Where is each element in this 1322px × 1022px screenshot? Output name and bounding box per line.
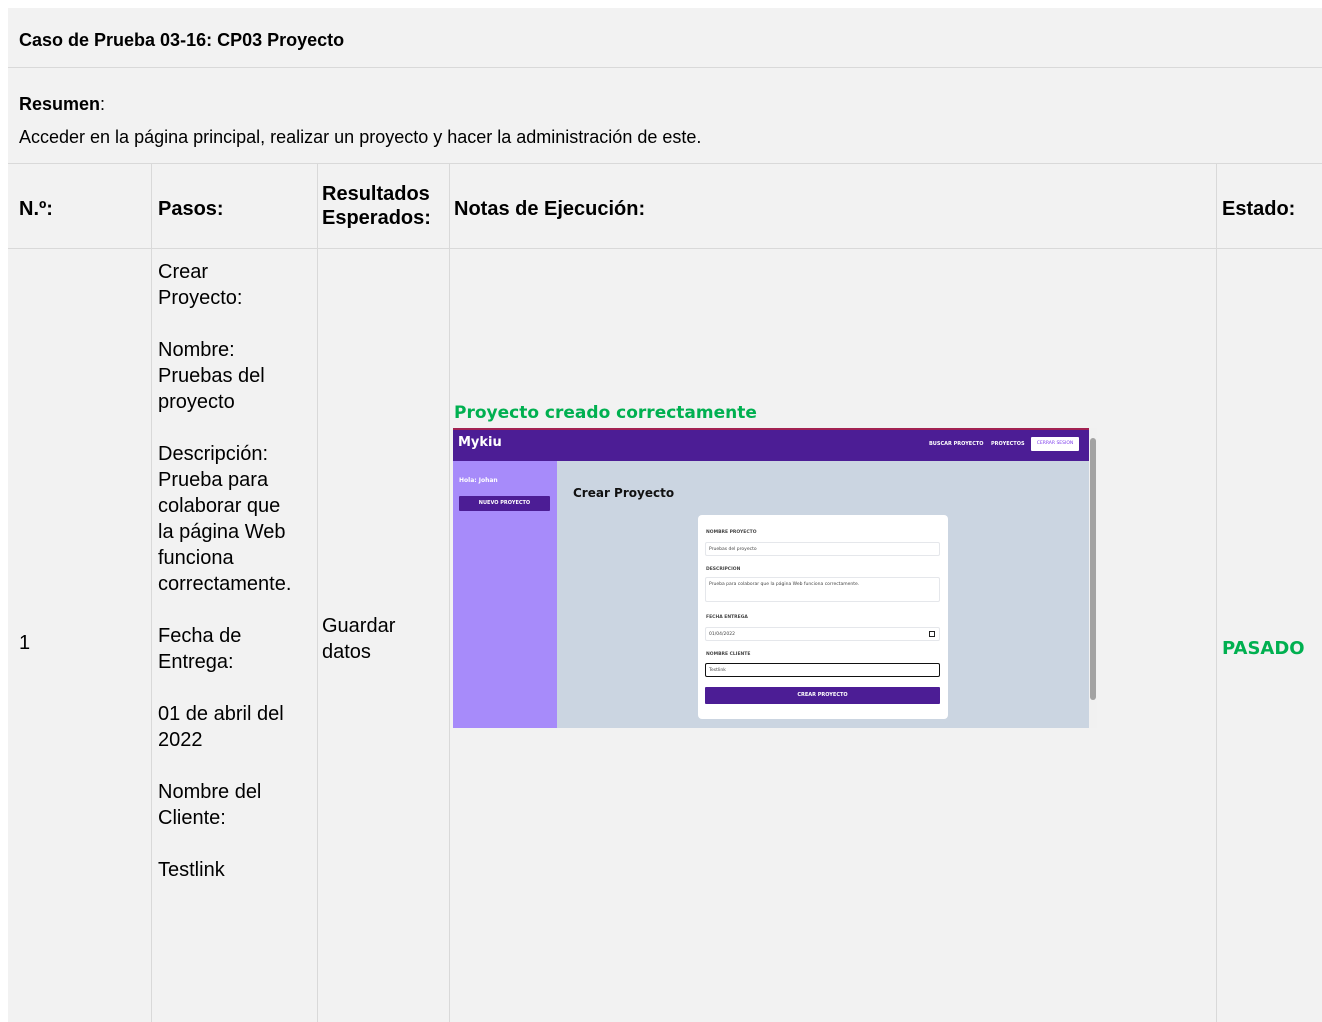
divider <box>8 67 1322 68</box>
page-title: Caso de Prueba 03-16: CP03 Proyecto <box>19 30 345 50</box>
step-line: correctamente. <box>158 573 292 595</box>
step-line: Nombre: <box>158 339 235 361</box>
step-line: Proyecto: <box>158 287 243 309</box>
step-line: Fecha de <box>158 625 242 647</box>
header-notas: Notas de Ejecución: <box>454 198 646 220</box>
expected-results: Guardar datos <box>322 615 396 663</box>
step-line: Crear <box>158 261 209 283</box>
header-resultados: Resultados Esperados: <box>322 183 431 229</box>
app-sidebar: Hola: Johan NUEVO PROYECTO <box>453 461 557 728</box>
steps-cell: Crear Proyecto: Nombre: Pruebas del proyect… <box>158 259 316 883</box>
step-line: Prueba para <box>158 469 269 491</box>
create-project-button: CREAR PROYECTO <box>705 687 940 704</box>
form-heading: Crear Proyecto <box>573 486 675 500</box>
step-line <box>158 311 316 337</box>
column-divider <box>449 163 450 1022</box>
header-num: N.º: <box>19 198 53 220</box>
step-line: Pruebas del <box>158 365 265 387</box>
step-line: proyecto <box>158 391 235 413</box>
embedded-screenshot: Mykiu BUSCAR PROYECTO PROYECTOS CERRAR S… <box>453 428 1097 728</box>
name-field: Pruebas del proyecto <box>705 542 940 556</box>
divider <box>8 163 1322 164</box>
app-navbar: Mykiu BUSCAR PROYECTO PROYECTOS CERRAR S… <box>453 428 1089 461</box>
scrollbar-thumb <box>1090 438 1096 700</box>
app-brand: Mykiu <box>458 435 502 450</box>
step-line <box>158 597 316 623</box>
step-line: Nombre del <box>158 781 262 803</box>
calendar-icon <box>929 631 935 637</box>
step-line: 2022 <box>158 729 203 751</box>
client-label: NOMBRE CLIENTE <box>706 652 751 657</box>
header-pasos: Pasos: <box>158 198 224 220</box>
new-project-button: NUEVO PROYECTO <box>459 496 550 511</box>
step-line: Descripción: <box>158 443 269 465</box>
header-estado: Estado: <box>1222 198 1296 220</box>
step-line <box>158 753 316 779</box>
create-project-form: NOMBRE PROYECTO Pruebas del proyecto DES… <box>698 515 948 719</box>
step-line <box>158 675 316 701</box>
date-label: FECHA ENTREGA <box>706 615 748 620</box>
step-line: 01 de abril del <box>158 703 284 725</box>
resumen-text: Acceder en la página principal, realizar… <box>19 127 702 147</box>
scrollbar <box>1089 428 1097 728</box>
step-line: Testlink <box>158 859 225 881</box>
step-line: colaborar que <box>158 495 281 517</box>
step-line: la página Web <box>158 521 286 543</box>
description-field: Prueba para colaborar que la página Web … <box>705 577 940 602</box>
greeting: Hola: Johan <box>459 477 498 484</box>
test-case-document: Caso de Prueba 03-16: CP03 Proyecto Resu… <box>8 8 1322 1022</box>
column-divider <box>1216 163 1217 1022</box>
step-line <box>158 831 316 857</box>
column-divider <box>317 163 318 1022</box>
screenshot-caption: Proyecto creado correctamente <box>454 403 757 423</box>
row-number: 1 <box>19 632 31 654</box>
step-line: funciona <box>158 547 234 569</box>
window-edge <box>453 428 1089 430</box>
step-line <box>158 415 316 441</box>
step-line: Entrega: <box>158 651 234 673</box>
column-divider <box>151 163 152 1022</box>
resumen-label: Resumen: <box>19 94 106 114</box>
date-field: 01/04/2022 <box>705 627 940 641</box>
name-label: NOMBRE PROYECTO <box>706 530 757 535</box>
nav-buscar-proyecto: BUSCAR PROYECTO <box>929 441 984 447</box>
client-field: Testlink <box>705 663 940 677</box>
nav-proyectos: PROYECTOS <box>991 441 1025 447</box>
description-label: DESCRIPCION <box>706 567 741 572</box>
logout-button: CERRAR SESION <box>1031 437 1079 451</box>
divider <box>8 248 1322 249</box>
status-badge: PASADO <box>1222 638 1305 659</box>
step-line: Cliente: <box>158 807 226 829</box>
